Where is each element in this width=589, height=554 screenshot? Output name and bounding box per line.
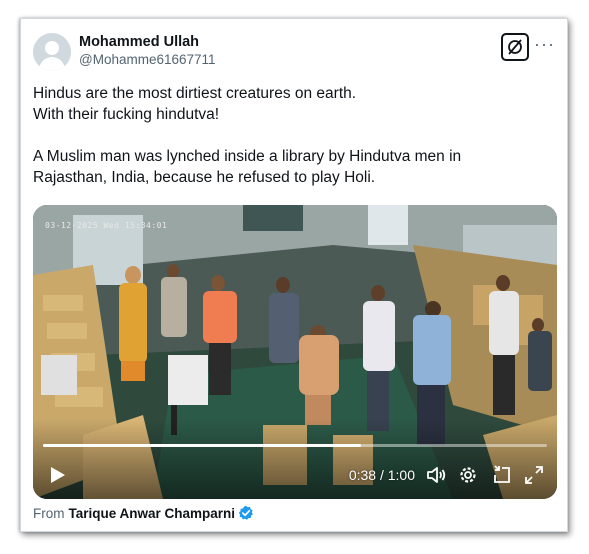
tweet-header: Mohammed Ullah @Mohamme61667711 ··· — [33, 31, 555, 75]
tweet-text-line: Hindus are the most dirtiest creatures o… — [33, 85, 357, 102]
source-account-link[interactable]: Tarique Anwar Champarni — [69, 506, 236, 521]
video-player[interactable]: 03-12-2025 Wed 15:34:01 0:38 / 1:00 — [33, 205, 557, 499]
fullscreen-icon[interactable] — [523, 464, 545, 486]
minimize-icon[interactable] — [491, 464, 513, 486]
author-handle[interactable]: @Mohamme61667711 — [79, 51, 216, 69]
tweet-text: Hindus are the most dirtiest creatures o… — [33, 83, 553, 188]
current-time: 0:38 — [348, 467, 377, 483]
tweet-text-line: With their fucking hindutva! — [33, 106, 220, 123]
duration: 1:00 — [387, 467, 415, 483]
verified-badge-icon — [238, 505, 253, 520]
author-names: Mohammed Ullah @Mohamme61667711 — [79, 33, 216, 69]
tweet-text-line: Rajasthan, India, because he refused to … — [33, 169, 376, 186]
more-icon[interactable]: ··· — [534, 35, 555, 53]
avatar[interactable] — [33, 33, 71, 71]
settings-icon[interactable] — [457, 464, 479, 486]
tweet-card: Mohammed Ullah @Mohamme61667711 ··· Hind… — [20, 18, 568, 532]
volume-icon[interactable] — [425, 464, 447, 486]
video-controls: 0:38 / 1:00 — [33, 451, 557, 499]
video-progress-fill — [43, 444, 361, 447]
camera-timestamp: 03-12-2025 Wed 15:34:01 — [45, 221, 168, 230]
video-source-attribution: From Tarique Anwar Champarni — [33, 505, 254, 521]
author-display-name[interactable]: Mohammed Ullah — [79, 33, 216, 51]
play-icon[interactable] — [47, 465, 67, 485]
video-progress-bar[interactable] — [43, 444, 547, 447]
grok-icon[interactable] — [501, 33, 529, 61]
tweet-text-line: A Muslim man was lynched inside a librar… — [33, 148, 462, 165]
time-separator: / — [376, 467, 388, 483]
source-prefix: From — [33, 505, 65, 521]
video-time-readout: 0:38 / 1:00 — [349, 466, 415, 484]
